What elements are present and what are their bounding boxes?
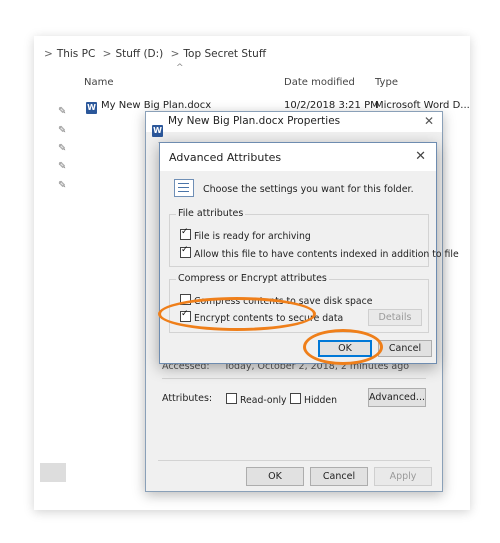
- breadcrumb-this-pc[interactable]: This PC: [57, 48, 95, 60]
- pin-icon: ✎: [58, 106, 67, 117]
- pin-icon: ✎: [58, 143, 67, 154]
- advanced-title: Advanced Attributes: [169, 151, 282, 164]
- highlight-ring-encrypt: [158, 297, 316, 331]
- hidden-checkbox[interactable]: Hidden: [290, 393, 337, 406]
- index-label: Allow this file to have contents indexed…: [194, 249, 459, 260]
- file-name: My New Big Plan.docx: [101, 100, 212, 111]
- attributes-label: Attributes:: [162, 393, 213, 404]
- properties-title-bar: W My New Big Plan.docx Properties ✕: [146, 112, 442, 137]
- pin-icon: ✎: [58, 180, 67, 191]
- advanced-title-bar: Advanced Attributes ✕: [160, 143, 436, 171]
- archive-label: File is ready for archiving: [194, 231, 311, 242]
- advanced-button[interactable]: Advanced...: [368, 388, 426, 407]
- file-type: Microsoft Word D...: [375, 100, 470, 111]
- readonly-label: Read-only: [240, 395, 287, 406]
- checkbox-box[interactable]: [226, 393, 237, 404]
- properties-cancel-button[interactable]: Cancel: [310, 467, 368, 486]
- index-checkbox[interactable]: Allow this file to have contents indexed…: [180, 245, 459, 260]
- archive-checkbox[interactable]: File is ready for archiving: [180, 227, 311, 242]
- close-icon[interactable]: ✕: [415, 149, 426, 164]
- close-icon[interactable]: ✕: [424, 114, 434, 128]
- properties-apply-button[interactable]: Apply: [374, 467, 432, 486]
- checkbox-box[interactable]: [180, 227, 191, 240]
- attributes-list-icon: [174, 179, 194, 197]
- checkbox-box[interactable]: [290, 393, 301, 404]
- sort-caret-icon: ^: [176, 63, 184, 73]
- hidden-label: Hidden: [304, 395, 337, 406]
- breadcrumb-drive[interactable]: Stuff (D:): [115, 48, 163, 60]
- pin-icon: ✎: [58, 125, 67, 136]
- breadcrumb-separator: >: [170, 48, 180, 60]
- readonly-checkbox[interactable]: Read-only: [226, 393, 287, 406]
- checkbox-box[interactable]: [180, 245, 191, 258]
- status-block: [40, 463, 66, 482]
- advanced-cancel-button[interactable]: Cancel: [378, 340, 432, 357]
- compress-encrypt-title: Compress or Encrypt attributes: [176, 273, 329, 284]
- advanced-description: Choose the settings you want for this fo…: [203, 184, 414, 195]
- file-date: 10/2/2018 3:21 PM: [284, 100, 379, 111]
- pin-icon: ✎: [58, 161, 67, 172]
- properties-title: My New Big Plan.docx Properties: [168, 115, 341, 127]
- highlight-ring-ok: [303, 329, 383, 365]
- file-attributes-title: File attributes: [176, 208, 246, 219]
- advanced-attributes-dialog: Advanced Attributes ✕ Choose the setting…: [159, 142, 459, 364]
- divider: [158, 460, 430, 461]
- breadcrumb: > This PC > Stuff (D:) > Top Secret Stuff: [40, 48, 266, 60]
- details-button[interactable]: Details: [368, 309, 422, 326]
- column-header-name[interactable]: Name: [84, 77, 114, 88]
- word-doc-icon: W: [86, 102, 97, 114]
- breadcrumb-separator: >: [44, 48, 53, 60]
- breadcrumb-separator: >: [102, 48, 112, 60]
- column-header-type[interactable]: Type: [375, 77, 398, 88]
- properties-ok-button[interactable]: OK: [246, 467, 304, 486]
- column-header-date[interactable]: Date modified: [284, 77, 355, 88]
- breadcrumb-folder[interactable]: Top Secret Stuff: [183, 48, 266, 60]
- divider: [162, 378, 426, 379]
